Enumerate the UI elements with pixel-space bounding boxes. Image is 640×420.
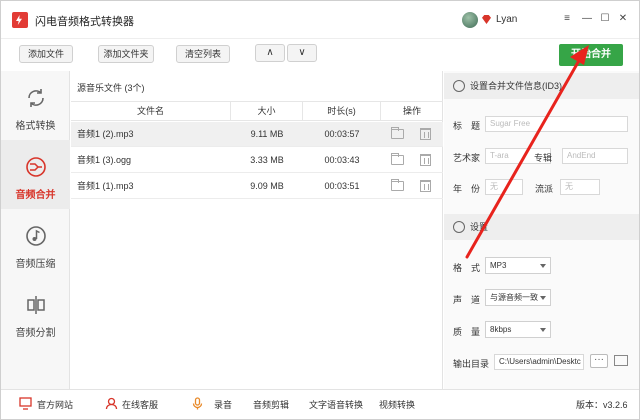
- id3-section-title: 设置合并文件信息(ID3): [470, 81, 562, 91]
- file-list-header: 源音乐文件 (3个): [77, 83, 145, 93]
- sidebar-item-audio-split[interactable]: 音频分割: [1, 278, 70, 347]
- output-dir-label: 输出目录: [453, 359, 490, 369]
- refresh-icon: [28, 89, 44, 107]
- move-up-button[interactable]: ∧: [255, 44, 285, 62]
- settings-section-title: 设置: [470, 222, 489, 232]
- id3-section-header: 设置合并文件信息(ID3): [444, 73, 639, 99]
- folder-icon[interactable]: [391, 179, 404, 191]
- file-name: 音频1 (1).mp3: [77, 181, 134, 191]
- artist-label: 艺术家: [453, 153, 481, 163]
- minimize-icon[interactable]: —: [579, 11, 595, 27]
- sidebar-item-label: 音频合并: [15, 190, 56, 201]
- app-title: 闪电音频格式转换器: [35, 16, 134, 28]
- bottom-bar: 官方网站 在线客服 录音 音频剪辑 文字语音转换 视频转换 版本：v3.2.6: [1, 389, 639, 419]
- chevron-down-icon: [540, 296, 546, 300]
- trash-icon[interactable]: [420, 154, 431, 166]
- folder-icon[interactable]: [614, 355, 628, 366]
- maximize-icon[interactable]: ☐: [597, 11, 613, 27]
- trash-icon[interactable]: [420, 180, 431, 192]
- title-label: 标 题: [453, 121, 481, 131]
- settings-section-header: 设置: [444, 214, 639, 240]
- format-label: 格 式: [453, 263, 481, 273]
- sidebar-item-audio-compress[interactable]: 音频压缩: [1, 209, 70, 278]
- video-convert-link[interactable]: 视频转换: [379, 398, 415, 411]
- version-label: 版本：v3.2.6: [576, 400, 628, 410]
- lightning-logo-icon: [12, 12, 28, 28]
- add-folder-button[interactable]: 添加文件夹: [98, 45, 154, 63]
- title-field[interactable]: Sugar Free: [485, 116, 628, 132]
- year-field[interactable]: 无: [485, 179, 523, 195]
- file-duration: 00:03:51: [324, 181, 360, 191]
- column-header-actions: 操作: [402, 106, 421, 116]
- start-merge-button[interactable]: 开始合并: [559, 44, 623, 66]
- split-icon: [27, 296, 45, 314]
- trash-icon[interactable]: [420, 128, 431, 140]
- album-field[interactable]: AndEnd: [562, 148, 628, 164]
- move-down-button[interactable]: ∨: [287, 44, 317, 62]
- folder-icon[interactable]: [391, 127, 404, 139]
- audio-edit-link[interactable]: 音频剪辑: [253, 398, 289, 411]
- format-select[interactable]: MP3: [485, 257, 551, 274]
- channel-value: 与源音频一致: [490, 293, 538, 302]
- sidebar-item-label: 音频分割: [15, 328, 56, 339]
- tts-link[interactable]: 文字语音转换: [309, 398, 363, 411]
- sidebar-item-label: 音频压缩: [15, 259, 56, 270]
- file-size: 3.33 MB: [250, 155, 284, 165]
- title-bar: 闪电音频格式转换器 Lyan ≡ — ☐ ✕: [1, 1, 639, 39]
- column-header-duration[interactable]: 时长(s): [303, 102, 381, 121]
- avatar[interactable]: [462, 12, 478, 28]
- channel-select[interactable]: 与源音频一致: [485, 289, 551, 306]
- quality-value: 8kbps: [490, 325, 512, 334]
- quality-select[interactable]: 8kbps: [485, 321, 551, 338]
- table-row[interactable]: 音频1 (1).mp3 9.09 MB 00:03:51: [71, 174, 443, 199]
- sidebar-item-label: 格式转换: [15, 121, 56, 132]
- column-header-size[interactable]: 大小: [231, 102, 303, 121]
- browse-button[interactable]: ···: [590, 354, 608, 368]
- app-window: 闪电音频格式转换器 Lyan ≡ — ☐ ✕ 添加文件 添加文件夹 清空列表 ∧…: [0, 0, 640, 420]
- official-website-link[interactable]: 官方网站: [37, 398, 73, 411]
- file-duration: 00:03:43: [324, 155, 360, 165]
- clear-list-button[interactable]: 清空列表: [176, 45, 230, 63]
- format-value: MP3: [490, 261, 507, 270]
- chevron-down-icon: [540, 328, 546, 332]
- toolbar: 添加文件 添加文件夹 清空列表 ∧ ∨ 开始合并: [1, 39, 639, 71]
- file-list-panel: 源音乐文件 (3个) 文件名 大小 时长(s) 操作 音频1 (2).mp3 9…: [71, 71, 443, 389]
- close-icon[interactable]: ✕: [615, 11, 631, 27]
- gear-icon: [453, 221, 465, 233]
- quality-label: 质 量: [453, 327, 481, 337]
- output-dir-field[interactable]: C:\Users\admin\Desktc: [494, 354, 584, 370]
- menu-icon[interactable]: ≡: [559, 11, 575, 27]
- file-size: 9.09 MB: [250, 181, 284, 191]
- folder-icon[interactable]: [391, 153, 404, 165]
- file-size: 9.11 MB: [250, 129, 284, 139]
- merge-icon: [26, 157, 46, 177]
- online-service-link[interactable]: 在线客服: [122, 398, 158, 411]
- chevron-down-icon: [540, 264, 546, 268]
- genre-label: 流派: [535, 184, 554, 194]
- file-duration: 00:03:57: [324, 129, 360, 139]
- user-name[interactable]: Lyan: [496, 14, 517, 25]
- sidebar-item-audio-merge[interactable]: 音频合并: [1, 140, 70, 209]
- table-row[interactable]: 音频1 (3).ogg 3.33 MB 00:03:43: [71, 148, 443, 173]
- channel-label: 声 道: [453, 295, 481, 305]
- column-header-name[interactable]: 文件名: [71, 102, 231, 121]
- microphone-icon: [192, 397, 203, 410]
- sidebar: 格式转换 音频合并 音频压缩 音频分割: [1, 71, 70, 389]
- year-label: 年 份: [453, 184, 481, 194]
- monitor-icon: [19, 397, 32, 410]
- customer-service-icon: [105, 397, 118, 410]
- headphones-icon: [453, 80, 465, 92]
- file-name: 音频1 (3).ogg: [77, 155, 132, 165]
- diamond-icon: [482, 15, 491, 24]
- sidebar-item-format-convert[interactable]: 格式转换: [1, 71, 70, 140]
- add-file-button[interactable]: 添加文件: [19, 45, 73, 63]
- settings-panel: 设置合并文件信息(ID3) 标 题 Sugar Free 艺术家 T-ara 专…: [444, 71, 639, 389]
- file-name: 音频1 (2).mp3: [77, 129, 134, 139]
- compress-icon: [26, 226, 46, 246]
- album-label: 专辑: [534, 153, 553, 163]
- genre-field[interactable]: 无: [560, 179, 600, 195]
- table-row[interactable]: 音频1 (2).mp3 9.11 MB 00:03:57: [71, 122, 443, 147]
- record-link[interactable]: 录音: [214, 398, 232, 411]
- table-header: 文件名 大小 时长(s) 操作: [71, 101, 443, 121]
